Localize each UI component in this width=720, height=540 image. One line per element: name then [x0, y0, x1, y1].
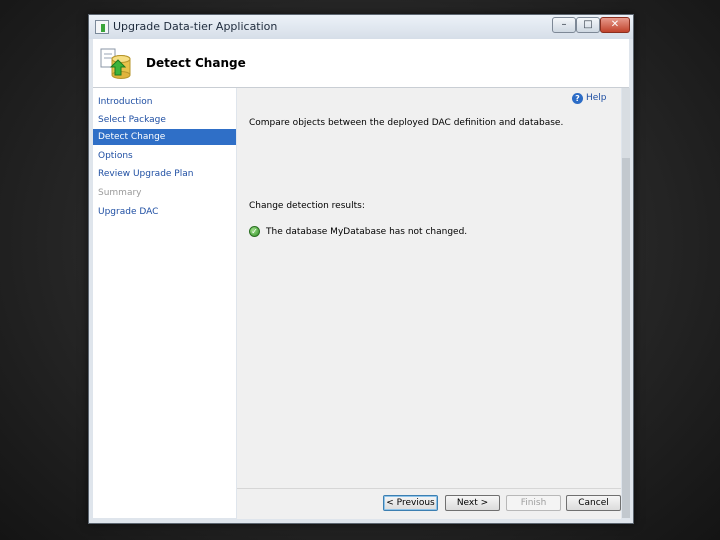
success-check-icon: ✓: [249, 226, 260, 237]
help-label: Help: [586, 93, 607, 103]
wizard-header: Detect Change: [93, 39, 629, 88]
content-panel: ? Help Compare objects between the deplo…: [237, 88, 621, 488]
minimize-button[interactable]: –: [552, 17, 576, 33]
window-title: Upgrade Data-tier Application: [113, 20, 278, 33]
app-icon: [95, 20, 109, 34]
sidebar-item-upgrade-dac[interactable]: Upgrade DAC: [93, 204, 236, 220]
sidebar-item-review-upgrade-plan[interactable]: Review Upgrade Plan: [93, 166, 236, 182]
vertical-scrollbar[interactable]: [622, 88, 630, 518]
cancel-button[interactable]: Cancel: [566, 495, 621, 511]
wizard-steps-sidebar: Introduction Select Package Detect Chang…: [93, 88, 236, 518]
sidebar-item-select-package[interactable]: Select Package: [93, 112, 236, 128]
upgrade-database-icon: [100, 48, 131, 79]
sidebar-item-options[interactable]: Options: [93, 148, 236, 164]
scrollbar-thumb[interactable]: [622, 158, 630, 518]
next-button[interactable]: Next >: [445, 495, 500, 511]
sidebar-item-summary: Summary: [98, 188, 142, 198]
sidebar-item-detect-change[interactable]: Detect Change: [93, 129, 236, 145]
sidebar-item-introduction[interactable]: Introduction: [93, 94, 236, 110]
wizard-footer: < Previous Next > Finish Cancel: [237, 488, 621, 519]
previous-button[interactable]: < Previous: [383, 495, 438, 511]
help-link[interactable]: ? Help: [572, 93, 607, 104]
page-title: Detect Change: [146, 56, 246, 70]
step-description: Compare objects between the deployed DAC…: [249, 118, 564, 128]
maximize-button[interactable]: □: [576, 17, 600, 33]
help-icon: ?: [572, 93, 583, 104]
result-message: The database MyDatabase has not changed.: [266, 227, 468, 237]
wizard-window: Upgrade Data-tier Application – □ ✕ Dete…: [88, 14, 634, 524]
close-button[interactable]: ✕: [600, 17, 630, 33]
results-label: Change detection results:: [249, 201, 365, 211]
finish-button: Finish: [506, 495, 561, 511]
title-bar[interactable]: Upgrade Data-tier Application – □ ✕: [89, 15, 633, 39]
